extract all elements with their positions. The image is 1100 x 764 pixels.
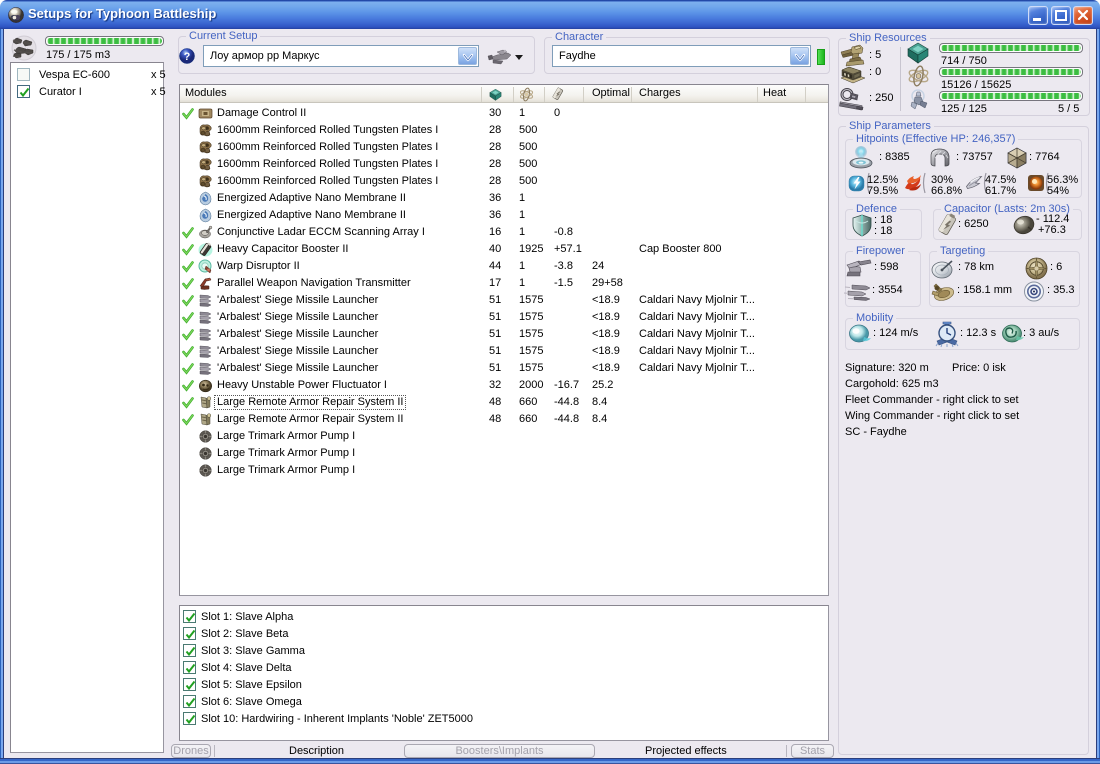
svg-text:?: ?: [184, 51, 191, 63]
